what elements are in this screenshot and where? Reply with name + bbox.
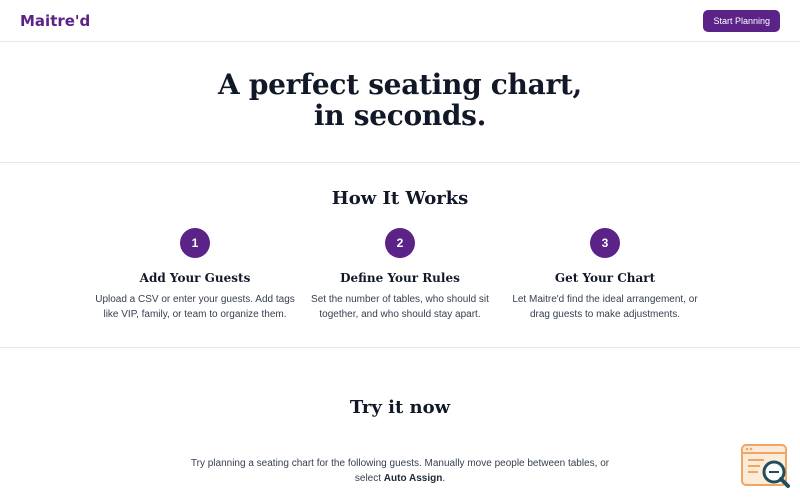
how-it-works-section: How It Works 1 Add Your Guests Upload a … bbox=[0, 163, 800, 348]
start-planning-button[interactable]: Start Planning bbox=[703, 9, 780, 32]
hero-title: A perfect seating chart, in seconds. bbox=[0, 69, 800, 131]
hero-section: A perfect seating chart, in seconds. bbox=[0, 42, 800, 163]
search-document-icon-graphic bbox=[741, 444, 790, 488]
step-title: Define Your Rules bbox=[340, 271, 460, 285]
brand-logo[interactable]: Maitre'd bbox=[20, 12, 90, 30]
try-it-description: Try planning a seating chart for the fol… bbox=[190, 456, 610, 486]
hero-title-line-2: in seconds. bbox=[313, 99, 487, 132]
step-2: 2 Define Your Rules Set the number of ta… bbox=[298, 228, 503, 322]
top-nav: Maitre'd Start Planning bbox=[0, 0, 800, 42]
steps-list: 1 Add Your Guests Upload a CSV or enter … bbox=[0, 228, 800, 322]
auto-assign-label: Auto Assign bbox=[383, 473, 443, 484]
step-number-badge: 1 bbox=[180, 228, 210, 258]
step-description: Set the number of tables, who should sit… bbox=[311, 294, 489, 320]
step-number-badge: 3 bbox=[590, 228, 620, 258]
step-number-badge: 2 bbox=[385, 228, 415, 258]
step-description: Let Maitre'd find the ideal arrangement,… bbox=[512, 294, 698, 320]
try-it-period: . bbox=[442, 473, 446, 484]
step-title: Get Your Chart bbox=[554, 271, 656, 285]
how-it-works-title: How It Works bbox=[331, 188, 469, 209]
step-description: Upload a CSV or enter your guests. Add t… bbox=[95, 294, 295, 320]
step-title: Add Your Guests bbox=[139, 271, 251, 285]
try-it-title: Try it now bbox=[349, 397, 451, 418]
step-3: 3 Get Your Chart Let Maitre'd find the i… bbox=[503, 228, 708, 322]
hero-title-line-1: A perfect seating chart, bbox=[218, 68, 582, 101]
try-it-section: Try it now Try planning a seating chart … bbox=[0, 348, 800, 486]
step-1: 1 Add Your Guests Upload a CSV or enter … bbox=[93, 228, 298, 322]
search-document-icon[interactable] bbox=[740, 443, 792, 491]
